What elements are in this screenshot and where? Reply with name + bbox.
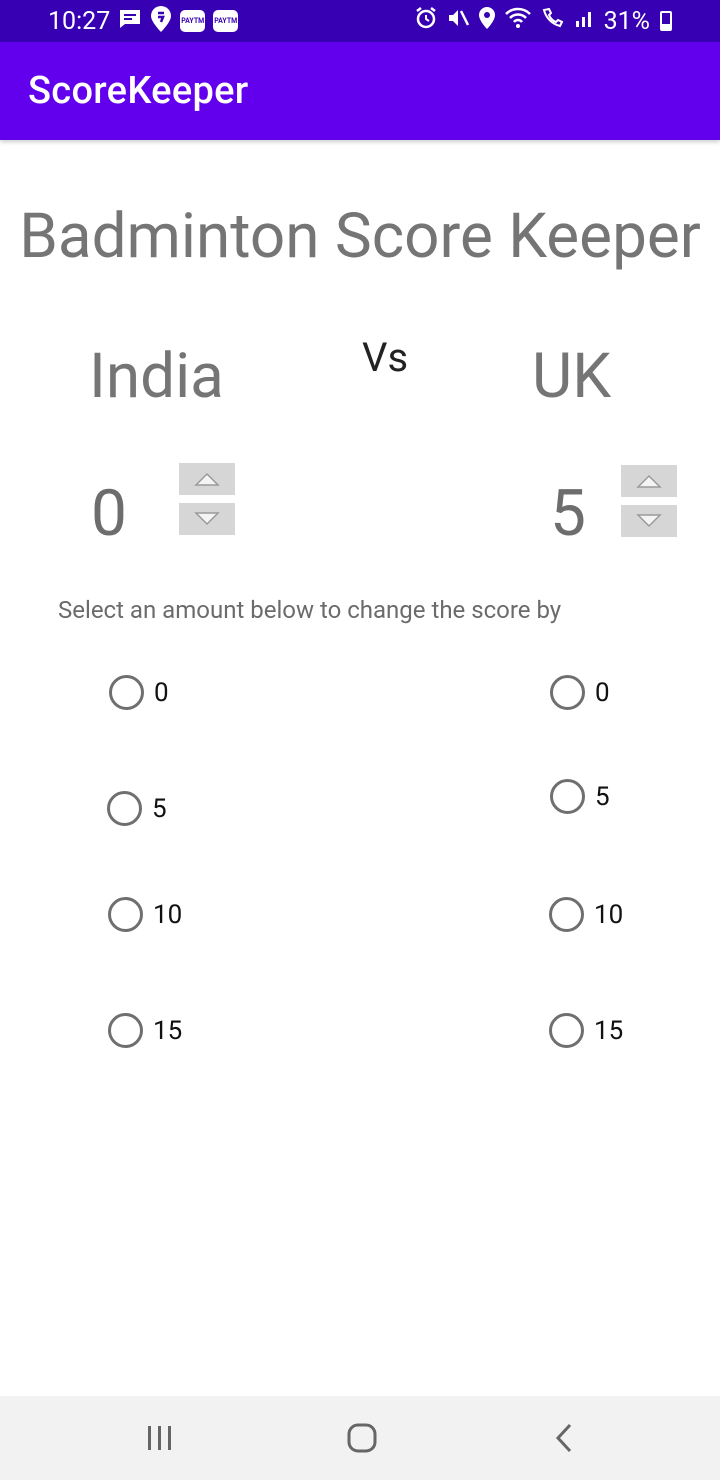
battery-percent: 31% (603, 6, 650, 36)
radio-uk-10[interactable]: 10 (549, 897, 623, 932)
app-bar: ScoreKeeper (0, 42, 720, 140)
recents-button[interactable] (120, 1396, 200, 1480)
radio-uk-5[interactable]: 5 (550, 779, 610, 814)
radio-india-5[interactable]: 5 (107, 791, 167, 826)
increment-button-uk[interactable] (621, 465, 677, 497)
radio-uk-0[interactable]: 0 (550, 675, 610, 710)
score-india: 0 (91, 476, 127, 551)
radio-label: 15 (594, 1015, 624, 1046)
radio-button[interactable] (549, 897, 584, 932)
radio-button[interactable] (109, 675, 144, 710)
status-time: 10:27 (48, 6, 111, 36)
back-button[interactable] (524, 1396, 604, 1480)
radio-button[interactable] (550, 779, 585, 814)
navigation-bar (0, 1396, 720, 1480)
radio-button[interactable] (550, 675, 585, 710)
score-stepper-india (179, 463, 235, 535)
status-left: 10:27 PAYTM PAYTM (48, 5, 239, 38)
instruction-text: Select an amount below to change the sco… (58, 596, 562, 624)
radio-button[interactable] (108, 1013, 143, 1048)
radio-button[interactable] (108, 897, 143, 932)
paytm-icon: PAYTM (180, 10, 206, 32)
radio-india-10[interactable]: 10 (108, 897, 182, 932)
score-stepper-uk (621, 465, 677, 537)
screen: 10:27 PAYTM PAYTM 31% ScoreKeeper Badmin… (0, 0, 720, 1480)
home-icon (347, 1423, 377, 1453)
page-title: Badminton Score Keeper (19, 200, 701, 273)
status-bar: 10:27 PAYTM PAYTM 31% (0, 0, 720, 42)
radio-label: 0 (154, 677, 169, 708)
paytm-icon: PAYTM (213, 10, 239, 32)
vs-label: Vs (362, 334, 409, 381)
radio-india-0[interactable]: 0 (109, 675, 169, 710)
radio-label: 10 (153, 899, 183, 930)
wifi-calling-icon (540, 6, 566, 37)
mute-icon (446, 6, 470, 37)
score-uk: 5 (550, 476, 586, 551)
radio-label: 10 (594, 899, 624, 930)
signal-icon (574, 7, 596, 36)
radio-label: 0 (595, 677, 610, 708)
radio-label: 15 (153, 1015, 183, 1046)
wifi-icon (504, 6, 532, 37)
back-icon (555, 1423, 572, 1453)
team-name-uk: UK (532, 340, 612, 413)
app-title: ScoreKeeper (28, 69, 249, 113)
recents-icon (148, 1426, 171, 1450)
status-right: 31% (414, 6, 672, 37)
home-button[interactable] (322, 1396, 402, 1480)
chevron-down-icon (194, 512, 220, 526)
radio-label: 5 (595, 781, 610, 812)
radio-button[interactable] (107, 791, 142, 826)
chevron-up-icon (636, 474, 662, 488)
radio-uk-15[interactable]: 15 (549, 1013, 623, 1048)
battery-icon (660, 11, 672, 31)
chevron-up-icon (194, 472, 220, 486)
radio-india-15[interactable]: 15 (108, 1013, 182, 1048)
radio-button[interactable] (549, 1013, 584, 1048)
alarm-icon (414, 6, 438, 37)
radio-label: 5 (152, 793, 167, 824)
decrement-button-india[interactable] (179, 503, 235, 535)
decrement-button-uk[interactable] (621, 505, 677, 537)
increment-button-india[interactable] (179, 463, 235, 495)
chat-bubble-icon (118, 8, 142, 35)
team-name-india: India (89, 340, 224, 413)
swiggy-icon (150, 5, 172, 38)
location-icon (478, 6, 496, 37)
chevron-down-icon (636, 514, 662, 528)
